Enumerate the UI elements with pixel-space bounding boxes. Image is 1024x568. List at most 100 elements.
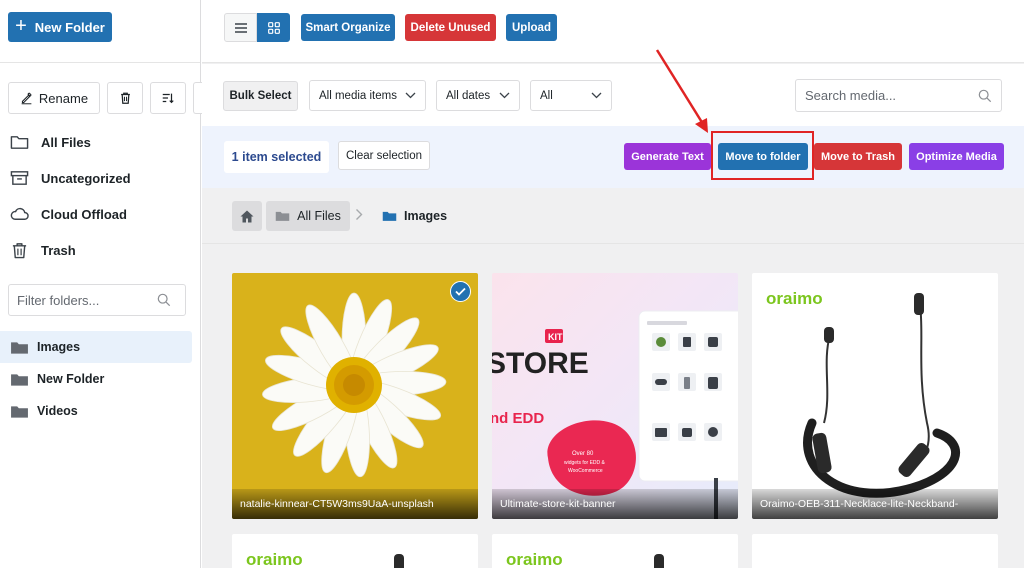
- media-caption: natalie-kinnear-CT5W3ms9UaA-unsplash: [232, 489, 478, 519]
- archive-icon: [10, 171, 29, 185]
- banner-store-text: STORE: [492, 347, 589, 380]
- folder-item-new-folder[interactable]: New Folder: [0, 363, 200, 395]
- filter-bar: Bulk Select All media items All dates Al…: [202, 64, 1024, 126]
- sidebar-item-label: Cloud Offload: [41, 206, 127, 222]
- oraimo-logo-text: oraimo: [506, 550, 563, 568]
- folder-item-videos[interactable]: Videos: [0, 395, 200, 427]
- media-caption: Oraimo-OEB-311-Necklace-lite-Neckband-: [752, 489, 998, 519]
- banner-edd-text: nd EDD: [492, 410, 544, 427]
- trash-icon: [12, 242, 27, 258]
- annotation-highlight-box: [711, 131, 814, 180]
- folder-tree: Images New Folder Videos: [0, 331, 200, 427]
- filter-folders-field: [8, 284, 186, 316]
- all-value: All: [540, 89, 553, 102]
- selected-count: 1 item selected: [224, 141, 329, 173]
- sidebar-divider: [0, 62, 200, 63]
- sidebar-item-all-files[interactable]: All Files: [0, 124, 200, 160]
- media-library: Smart Organize Delete Unused Upload Bulk…: [202, 0, 1024, 568]
- search-media-input[interactable]: [805, 88, 965, 103]
- breadcrumb: All Files Images: [202, 188, 1024, 244]
- neckband-image: oraimo: [506, 550, 664, 568]
- selected-check-icon[interactable]: [450, 281, 471, 302]
- media-item[interactable]: oraimo: [232, 534, 478, 568]
- sidebar-item-uncategorized[interactable]: Uncategorized: [0, 160, 200, 196]
- folder-icon: [11, 373, 28, 386]
- grid-view-button[interactable]: [257, 13, 290, 42]
- selection-bar: 1 item selected Clear selection Generate…: [202, 126, 1024, 188]
- grid-icon: [267, 21, 280, 34]
- sidebar-item-label: Trash: [41, 242, 76, 258]
- folder-icon: [11, 341, 28, 354]
- rename-button[interactable]: Rename: [8, 82, 100, 114]
- oraimo-logo-text: oraimo: [246, 550, 303, 568]
- chevron-down-icon: [499, 92, 510, 99]
- new-folder-button[interactable]: + New Folder: [8, 12, 112, 42]
- generate-text-button[interactable]: Generate Text: [624, 143, 711, 170]
- media-caption: Ultimate-store-kit-banner: [492, 489, 738, 519]
- move-to-trash-button[interactable]: Move to Trash: [814, 143, 902, 170]
- banner-blob-line3: WooCommerce: [568, 468, 603, 474]
- trash-icon: [120, 92, 130, 104]
- new-folder-label: New Folder: [34, 19, 105, 35]
- sort-icon: [162, 93, 174, 104]
- cloud-icon: [10, 207, 29, 220]
- folder-label: New Folder: [37, 372, 105, 386]
- breadcrumb-all-files[interactable]: All Files: [266, 201, 350, 231]
- banner-kit-text: KIT: [548, 332, 563, 342]
- list-view-button[interactable]: [224, 13, 257, 42]
- folder-icon: [11, 405, 28, 418]
- media-type-value: All media items: [319, 89, 397, 102]
- chevron-right-icon: [356, 209, 363, 220]
- folder-outline-icon: [10, 136, 29, 149]
- media-item[interactable]: natalie-kinnear-CT5W3ms9UaA-unsplash: [232, 273, 478, 519]
- folder-icon: [382, 211, 397, 221]
- breadcrumb-home-button[interactable]: [232, 201, 262, 231]
- chevron-down-icon: [591, 92, 602, 99]
- breadcrumb-current: Images: [382, 201, 447, 231]
- rename-label: Rename: [38, 90, 89, 106]
- view-toggle: [224, 13, 290, 42]
- upload-button[interactable]: Upload: [506, 14, 557, 41]
- breadcrumb-root-label: All Files: [297, 209, 341, 223]
- oraimo-logo-text: oraimo: [766, 289, 823, 308]
- media-type-select[interactable]: All media items: [309, 80, 426, 111]
- sidebar-item-trash[interactable]: Trash: [0, 232, 200, 268]
- delete-folder-button[interactable]: [107, 82, 143, 114]
- smart-organize-button[interactable]: Smart Organize: [301, 14, 395, 41]
- date-value: All dates: [446, 89, 491, 102]
- sidebar: + New Folder Rename All Files Uncategori…: [0, 0, 213, 568]
- sidebar-item-label: All Files: [41, 134, 91, 150]
- daisy-image: [262, 292, 447, 478]
- media-item[interactable]: oraimo: [492, 534, 738, 568]
- chevron-down-icon: [405, 92, 416, 99]
- banner-image: KIT STORE nd EDD Over 80 widgets for EDD…: [492, 310, 738, 519]
- folder-label: Videos: [37, 404, 78, 418]
- plus-icon: +: [15, 15, 27, 37]
- clear-selection-button[interactable]: Clear selection: [338, 141, 430, 170]
- search-icon: [157, 293, 171, 307]
- neckband-image: oraimo: [766, 289, 960, 498]
- search-media-field: [795, 79, 1002, 112]
- sidebar-item-label: Uncategorized: [41, 170, 131, 186]
- optimize-media-button[interactable]: Optimize Media: [909, 143, 1004, 170]
- date-select[interactable]: All dates: [436, 80, 520, 111]
- all-select[interactable]: All: [530, 80, 612, 111]
- sidebar-nav: All Files Uncategorized Cloud Offload Tr…: [0, 124, 200, 268]
- search-icon: [978, 89, 992, 102]
- bulk-select-button[interactable]: Bulk Select: [223, 81, 298, 111]
- media-item[interactable]: KIT STORE nd EDD Over 80 widgets for EDD…: [492, 273, 738, 519]
- home-icon: [240, 210, 254, 222]
- filter-folders-input[interactable]: [17, 292, 157, 308]
- sidebar-item-cloud-offload[interactable]: Cloud Offload: [0, 196, 200, 232]
- folder-icon: [275, 211, 290, 221]
- folder-label: Images: [37, 340, 81, 354]
- folder-item-images[interactable]: Images: [0, 331, 192, 363]
- media-item[interactable]: oraimo Oraimo-OEB-311-Necklace-lite-Neck…: [752, 273, 998, 519]
- media-item[interactable]: [752, 534, 998, 568]
- banner-blob-line1: Over 80: [572, 451, 594, 457]
- delete-unused-button[interactable]: Delete Unused: [405, 14, 496, 41]
- sort-button[interactable]: [150, 82, 186, 114]
- neckband-image: oraimo: [246, 550, 404, 568]
- banner-blob-line2: widgets for EDD &: [564, 460, 606, 466]
- pencil-icon: [21, 92, 32, 104]
